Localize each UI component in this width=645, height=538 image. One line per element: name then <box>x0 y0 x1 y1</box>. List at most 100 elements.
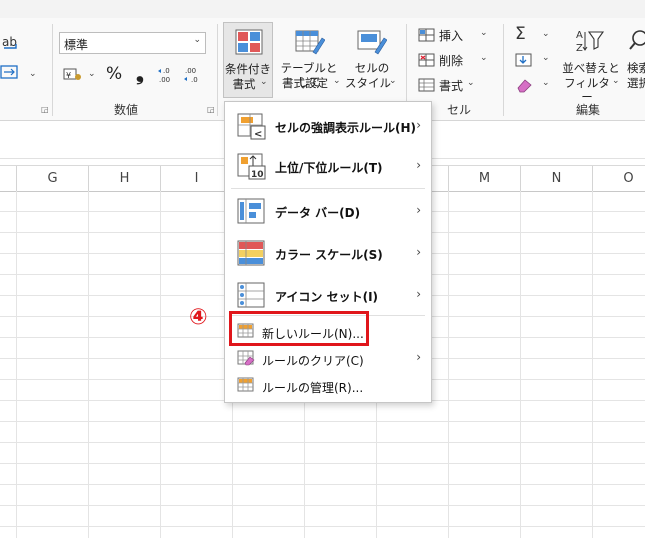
chevron-down-icon: ⌄ <box>612 76 620 86</box>
menu-item-manage-rules[interactable]: ルールの管理(R)... <box>225 375 431 397</box>
format-dropdown-icon[interactable]: ⌄ <box>467 78 475 88</box>
cells-group-label: セル <box>447 103 472 117</box>
chevron-down-icon: ⌄ <box>193 35 201 45</box>
menu-separator <box>231 188 425 189</box>
chevron-right-icon: › <box>416 245 421 259</box>
highlight-cells-rules-icon: < <box>237 113 267 144</box>
insert-cells-button[interactable]: 挿入 <box>439 27 463 44</box>
highlight-box <box>229 311 369 346</box>
sort-filter-icon: AZ <box>575 26 605 60</box>
menu-item-label: 上位/下位ルール(T) <box>275 161 383 175</box>
cell-styles-label-1: セルの <box>354 61 390 75</box>
chevron-down-icon: ⌄ <box>333 76 341 86</box>
svg-text:ab: ab <box>2 35 17 49</box>
delete-cells-button[interactable]: 削除 <box>439 52 463 69</box>
edit-group-label: 編集 <box>576 103 601 117</box>
color-scales-icon <box>237 240 267 271</box>
clear-rules-icon <box>237 350 255 369</box>
currency-dropdown-icon[interactable]: ⌄ <box>88 69 96 79</box>
chevron-down-icon: ⌄ <box>260 77 268 87</box>
conditional-formatting-button[interactable]: 条件付き 書式 ⌄ <box>223 22 273 98</box>
svg-text:A: A <box>576 30 583 41</box>
comma-style-button[interactable]: ❟ <box>136 61 144 85</box>
clear-eraser-icon[interactable] <box>515 77 535 97</box>
svg-text:<: < <box>254 129 262 140</box>
sort-filter-button[interactable]: AZ 並べ替えと フィルター ⌄ <box>560 22 622 104</box>
menu-item-label: データ バー(D) <box>275 206 361 220</box>
chevron-right-icon: › <box>416 118 421 132</box>
delete-dropdown-icon[interactable]: ⌄ <box>480 53 488 63</box>
column-header[interactable]: G <box>17 166 89 191</box>
percent-style-button[interactable]: % <box>106 64 122 84</box>
svg-text:.0: .0 <box>191 76 198 84</box>
svg-text:.00: .00 <box>159 76 170 84</box>
autosum-icon[interactable]: Σ <box>515 24 526 44</box>
column-header[interactable]: H <box>89 166 161 191</box>
dialog-launcher-icon[interactable]: ◲ <box>41 105 49 114</box>
menu-item-data-bars[interactable]: データ バー(D) › <box>225 196 431 228</box>
column-header[interactable]: I <box>161 166 233 191</box>
find-select-label-1: 検索 <box>627 61 645 75</box>
conditional-formatting-icon <box>235 29 263 59</box>
find-select-button[interactable]: 検索 選択 <box>624 22 645 98</box>
format-cells-button[interactable]: 書式 <box>439 77 463 94</box>
menu-item-label: セルの強調表示ルール(H) <box>275 121 417 135</box>
group-separator <box>52 24 53 116</box>
number-format-value: 標準 <box>64 38 89 52</box>
clear-dropdown-icon[interactable]: ⌄ <box>542 78 550 88</box>
menu-item-icon-sets[interactable]: アイコン セット(I) › <box>225 280 431 312</box>
chevron-right-icon: › <box>416 287 421 301</box>
svg-text:Z: Z <box>576 43 583 54</box>
increase-decimal-icon[interactable]: .0.00 <box>157 65 179 89</box>
svg-text:¥: ¥ <box>66 71 71 80</box>
merge-dropdown-icon[interactable]: ⌄ <box>29 69 37 79</box>
column-header[interactable]: M <box>449 166 521 191</box>
currency-format-icon[interactable]: ¥ <box>63 66 83 86</box>
column-header[interactable]: O <box>593 166 645 191</box>
menu-item-label: ルールのクリア(C) <box>262 354 364 368</box>
menu-item-label: ルールの管理(R)... <box>262 381 364 395</box>
title-strip <box>0 0 645 18</box>
magnifier-icon <box>628 28 645 58</box>
find-select-label-2: 選択 <box>627 76 645 90</box>
svg-text:.0: .0 <box>163 67 170 75</box>
chevron-right-icon: › <box>416 350 421 364</box>
format-as-table-button[interactable]: テーブルとして 書式設定 ⌄ <box>276 22 342 98</box>
sort-filter-label-1: 並べ替えと <box>562 61 620 75</box>
chevron-right-icon: › <box>416 203 421 217</box>
step-number-badge: ④ <box>189 305 208 330</box>
cell-styles-label-2: スタイル <box>345 76 391 90</box>
fill-icon[interactable] <box>515 52 533 72</box>
cell-styles-button[interactable]: セルの スタイル ⌄ <box>345 22 399 98</box>
conditional-formatting-menu: < セルの強調表示ルール(H) › 10 上位/下位ルール(T) › データ バ… <box>224 101 432 403</box>
column-header-partial[interactable] <box>0 166 17 191</box>
format-cells-icon <box>418 77 436 97</box>
fill-dropdown-icon[interactable]: ⌄ <box>542 53 550 63</box>
menu-item-clear-rules[interactable]: ルールのクリア(C) › <box>225 348 431 370</box>
decrease-decimal-icon[interactable]: .00.0 <box>183 65 205 89</box>
manage-rules-icon <box>237 377 255 396</box>
menu-item-highlight-cells-rules[interactable]: < セルの強調表示ルール(H) › <box>225 111 431 143</box>
number-dialog-launcher-icon[interactable]: ◲ <box>207 105 215 114</box>
svg-text:.00: .00 <box>185 67 196 75</box>
number-format-select[interactable]: 標準 ⌄ <box>59 32 206 54</box>
conditional-formatting-label-2: 書式 <box>232 77 256 91</box>
cell-styles-icon <box>357 28 388 60</box>
menu-item-top-bottom-rules[interactable]: 10 上位/下位ルール(T) › <box>225 151 431 183</box>
autosum-dropdown-icon[interactable]: ⌄ <box>542 29 550 39</box>
group-separator <box>217 24 218 116</box>
group-separator <box>503 24 504 116</box>
chevron-down-icon: ⌄ <box>389 76 397 86</box>
column-header[interactable]: N <box>521 166 593 191</box>
insert-cells-icon <box>418 27 436 47</box>
menu-item-color-scales[interactable]: カラー スケール(S) › <box>225 238 431 270</box>
menu-item-label: アイコン セット(I) <box>275 290 379 304</box>
conditional-formatting-label-1: 条件付き <box>225 62 271 76</box>
insert-dropdown-icon[interactable]: ⌄ <box>480 28 488 38</box>
number-group-label: 数値 <box>114 103 139 117</box>
merge-center-icon[interactable] <box>0 64 22 84</box>
wrap-text-icon[interactable]: ab <box>0 32 22 56</box>
svg-text:10: 10 <box>251 170 264 180</box>
format-as-table-label-2: 書式設定 <box>282 76 328 90</box>
menu-item-label: カラー スケール(S) <box>275 248 383 262</box>
